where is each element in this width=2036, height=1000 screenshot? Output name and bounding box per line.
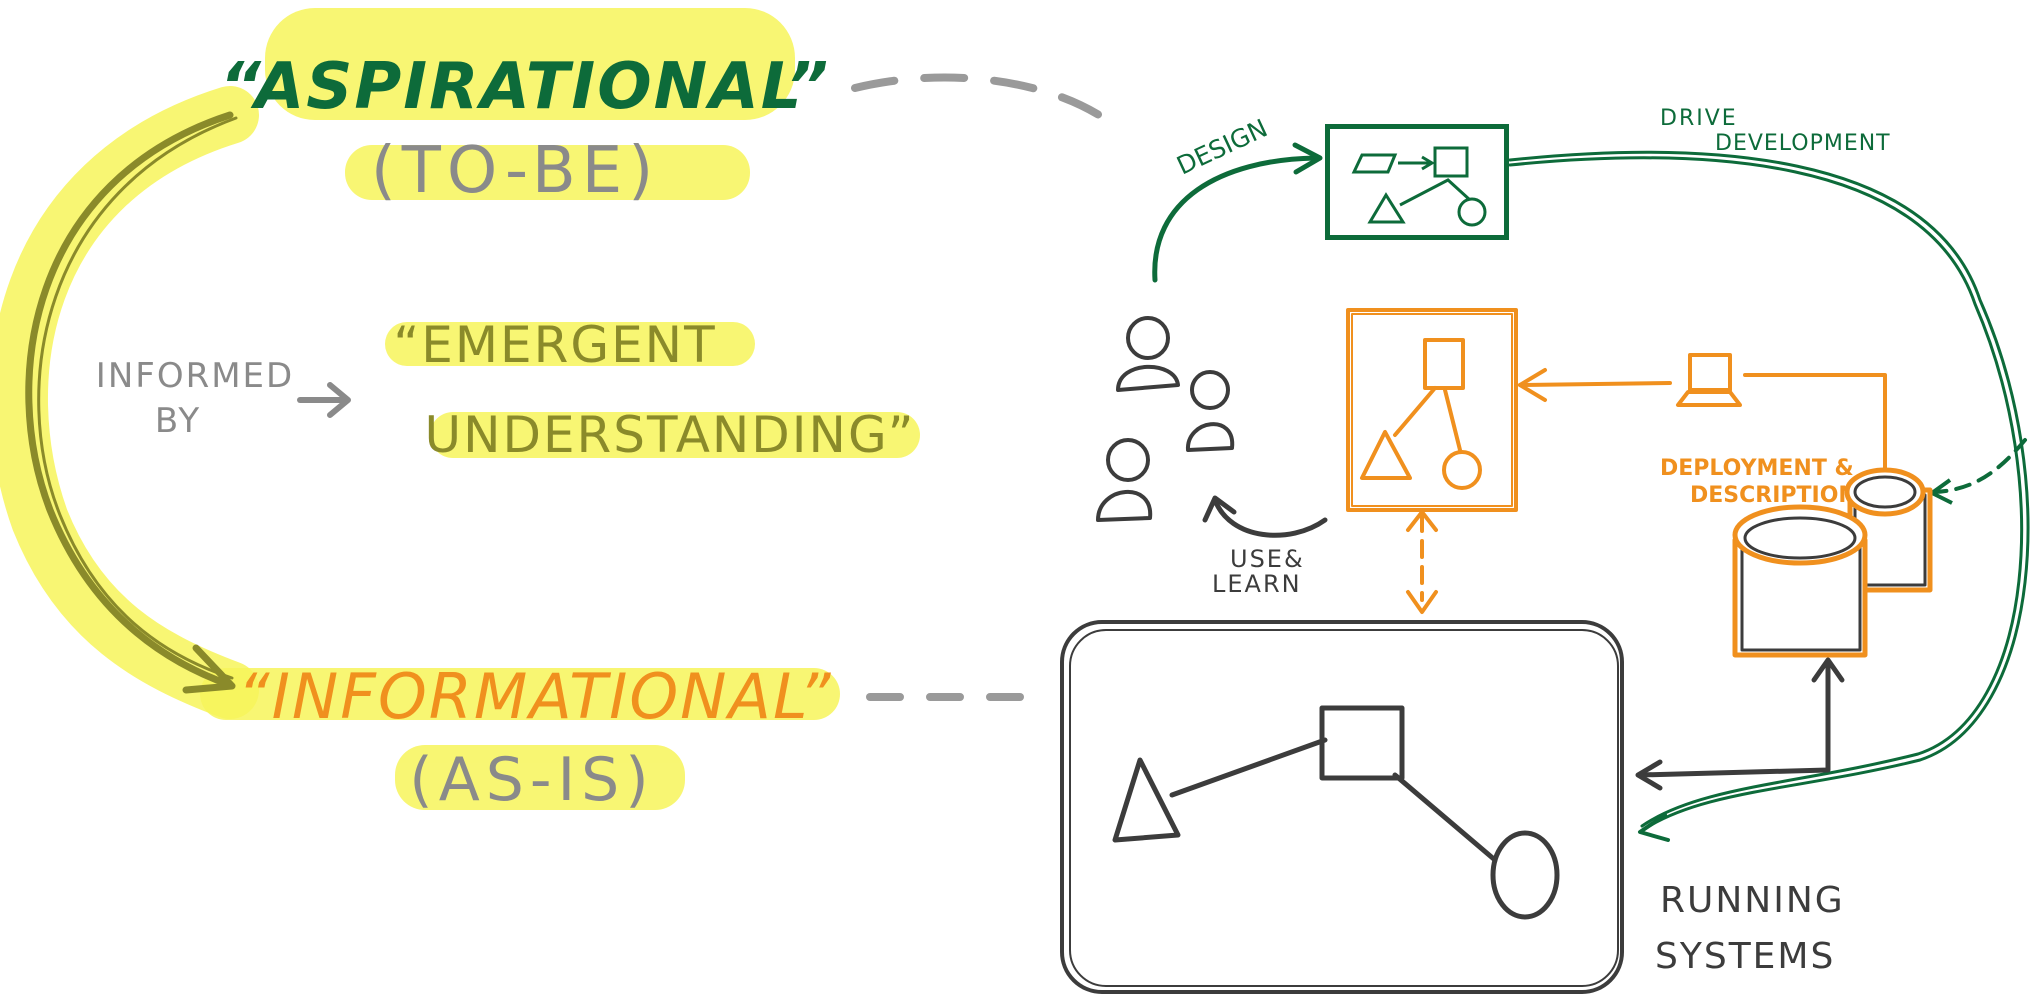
- system-square-icon: [1319, 705, 1405, 781]
- aspirational-dashed-link: [851, 73, 1124, 134]
- system-triangle-icon: [1112, 757, 1181, 843]
- running-label: RUNNING: [1660, 880, 1845, 921]
- model-circle-icon: [1442, 450, 1482, 490]
- systems-label: SYSTEMS: [1655, 936, 1835, 977]
- architecture-sketch-diagram: “ASPIRATIONAL” (TO-BE) INFORMED BY “EMER…: [0, 8, 2030, 994]
- aspirational-label: “ASPIRATIONAL”: [220, 50, 830, 124]
- drive-label: DRIVE: [1660, 106, 1738, 131]
- laptop-to-model-arrow: [1518, 368, 1672, 402]
- person-icon: [1185, 370, 1235, 452]
- person-icon: [1116, 316, 1180, 392]
- description-label: DESCRIPTION: [1690, 483, 1857, 508]
- deployment-label: DEPLOYMENT &: [1660, 456, 1854, 481]
- database-icon-front: [1732, 504, 1868, 658]
- emergent-label: “EMERGENT: [393, 316, 716, 374]
- as-is-label: (AS-IS): [409, 745, 654, 815]
- informed-by-line2: BY: [155, 401, 201, 441]
- informed-by-arrow: [297, 382, 351, 418]
- described-model-board: [1346, 308, 1518, 512]
- use-label: USE&: [1230, 545, 1305, 573]
- design-square-icon: [1433, 146, 1469, 178]
- design-triangle-icon: [1367, 192, 1406, 224]
- system-circle-icon: [1490, 830, 1560, 920]
- design-label: DESIGN: [1172, 113, 1272, 180]
- running-system-box: [1060, 620, 1624, 994]
- learn-label: LEARN: [1212, 570, 1302, 598]
- to-be-label: (TO-BE): [371, 134, 659, 208]
- informed-by-line1: INFORMED: [96, 356, 294, 396]
- people-group: [1096, 316, 1235, 522]
- design-model-box: [1325, 124, 1509, 240]
- informational-label: “INFORMATIONAL”: [238, 660, 833, 733]
- model-square-icon: [1423, 338, 1465, 390]
- design-parallelogram-icon: [1351, 153, 1398, 174]
- design-circle-icon: [1457, 197, 1487, 227]
- deployment-input-arrow: [1933, 438, 2027, 494]
- understanding-label: UNDERSTANDING”: [424, 406, 915, 464]
- development-label: DEVELOPMENT: [1715, 131, 1891, 156]
- person-icon: [1096, 438, 1153, 522]
- system-to-database-arrow: [1635, 657, 1845, 791]
- laptop-icon: [1676, 353, 1742, 407]
- model-triangle-icon: [1360, 430, 1412, 480]
- model-to-system-arrow: [1406, 510, 1438, 614]
- use-learn-arrow: [1202, 495, 1328, 538]
